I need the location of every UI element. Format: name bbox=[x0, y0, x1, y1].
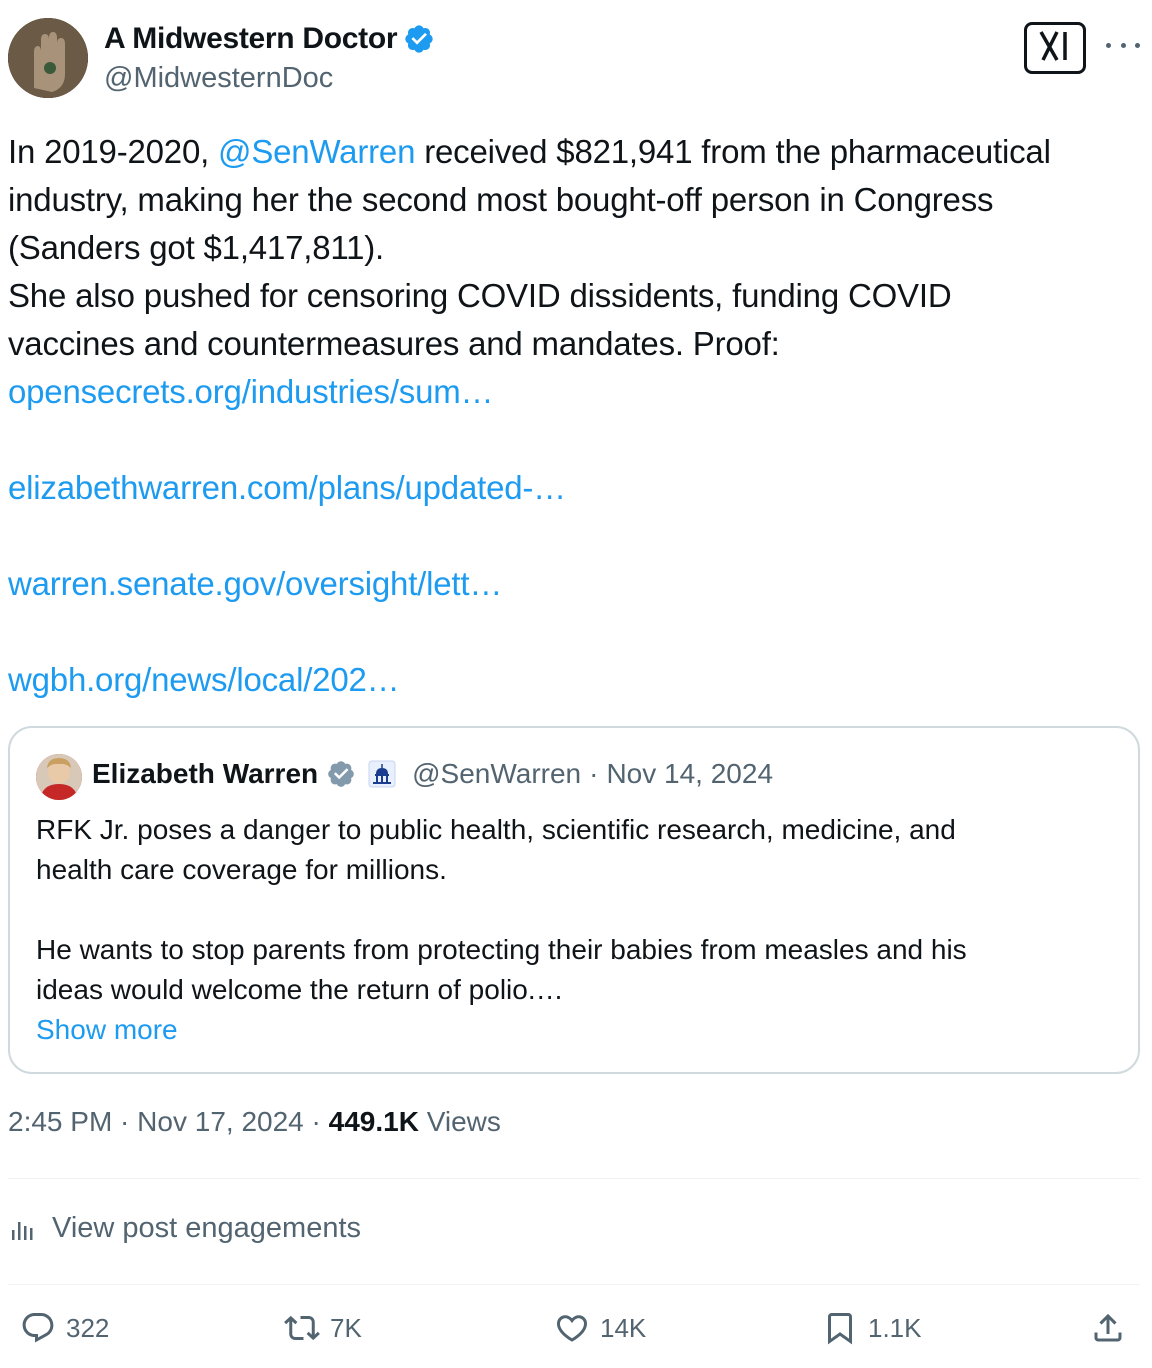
tweet-time[interactable]: 2:45 PM bbox=[8, 1106, 112, 1137]
quoted-display-name: Elizabeth Warren bbox=[92, 758, 319, 789]
url-link-wgbh[interactable]: wgbh.org/news/local/202… bbox=[8, 656, 1144, 704]
views-label: Views bbox=[418, 1106, 501, 1137]
quoted-text-line: He wants to stop parents from protecting… bbox=[36, 934, 967, 965]
share-icon bbox=[1094, 1313, 1122, 1342]
grok-icon bbox=[1035, 28, 1075, 69]
quoted-handle: @SenWarren bbox=[412, 758, 582, 789]
url-link-senate[interactable]: warren.senate.gov/oversight/lett… bbox=[8, 560, 1144, 608]
government-icon bbox=[368, 760, 396, 788]
tweet-line: industry, making her the second most bou… bbox=[8, 181, 994, 218]
quoted-tweet[interactable]: Elizabeth Warren @SenWarren · Nov 14, 20… bbox=[8, 726, 1140, 1074]
url-link-elizabethwarren[interactable]: elizabethwarren.com/plans/updated-… bbox=[8, 464, 1144, 512]
reply-icon bbox=[22, 1313, 54, 1343]
repost-count: 7K bbox=[330, 1312, 362, 1343]
like-icon bbox=[556, 1315, 588, 1342]
tweet-date[interactable]: Nov 17, 2024 bbox=[137, 1106, 304, 1137]
reply-count: 322 bbox=[66, 1312, 110, 1343]
separator-dot: · bbox=[303, 1106, 329, 1137]
grok-button[interactable] bbox=[1024, 22, 1086, 74]
tweet-header: A Midwestern Doctor @MidwesternDoc bbox=[8, 18, 1144, 102]
author-avatar[interactable] bbox=[8, 18, 88, 98]
quoted-text-line: health care coverage for millions. bbox=[36, 854, 447, 885]
quoted-tweet-text: RFK Jr. poses a danger to public health,… bbox=[36, 810, 1116, 1050]
quoted-date: Nov 14, 2024 bbox=[606, 758, 774, 789]
mention-link[interactable]: @SenWarren bbox=[218, 133, 415, 170]
separator-dot: · bbox=[589, 758, 599, 789]
url-link-opensecrets[interactable]: opensecrets.org/industries/sum… bbox=[8, 368, 1144, 416]
author-name-row: A Midwestern Doctor bbox=[104, 22, 435, 56]
repost-icon bbox=[284, 1315, 320, 1341]
engagements-label: View post engagements bbox=[52, 1212, 362, 1244]
bookmark-count: 1.1K bbox=[868, 1312, 922, 1343]
action-bar: 322 7K 14K 1.1K bbox=[8, 1310, 1140, 1360]
tweet-text-segment: In 2019-2020, bbox=[8, 133, 219, 170]
tweet-text-segment: received $821,941 from the pharmaceutica… bbox=[415, 133, 1051, 170]
quoted-tweet-header: Elizabeth Warren @SenWarren · Nov 14, 20… bbox=[92, 758, 773, 790]
share-button[interactable] bbox=[1090, 1310, 1136, 1346]
analytics-icon bbox=[8, 1214, 38, 1244]
author-display-name[interactable]: A Midwestern Doctor bbox=[104, 22, 398, 56]
repost-button[interactable]: 7K bbox=[284, 1310, 362, 1346]
author-handle[interactable]: @MidwesternDoc bbox=[104, 62, 333, 95]
like-button[interactable]: 14K bbox=[554, 1310, 646, 1346]
quoted-author-avatar bbox=[36, 754, 82, 800]
bookmark-icon bbox=[828, 1313, 852, 1345]
verified-badge-icon bbox=[403, 23, 435, 55]
tweet-text: In 2019-2020, @SenWarren received $821,9… bbox=[8, 128, 1144, 704]
show-more-link[interactable]: Show more bbox=[36, 1010, 1116, 1050]
quoted-text-line: RFK Jr. poses a danger to public health,… bbox=[36, 814, 956, 845]
like-count: 14K bbox=[600, 1312, 647, 1343]
more-icon[interactable] bbox=[1106, 32, 1140, 58]
view-post-engagements-link[interactable]: View post engagements bbox=[8, 1212, 361, 1245]
tweet-line: vaccines and countermeasures and mandate… bbox=[8, 325, 780, 362]
divider bbox=[8, 1284, 1140, 1285]
tweet-line: She also pushed for censoring COVID diss… bbox=[8, 277, 952, 314]
gray-verified-badge-icon bbox=[326, 759, 356, 789]
separator-dot: · bbox=[112, 1106, 138, 1137]
tweet-meta: 2:45 PM · Nov 17, 2024 · 449.1K Views bbox=[8, 1106, 501, 1138]
divider bbox=[8, 1178, 1140, 1179]
reply-button[interactable]: 322 bbox=[20, 1310, 109, 1346]
bookmark-button[interactable]: 1.1K bbox=[822, 1310, 922, 1346]
views-count: 449.1K bbox=[328, 1106, 419, 1137]
quoted-text-line: ideas would welcome the return of polio.… bbox=[36, 974, 564, 1005]
tweet-line: In 2019-2020, @SenWarren received $821,9… bbox=[8, 128, 1144, 176]
tweet-line: (Sanders got $1,417,811). bbox=[8, 229, 384, 266]
